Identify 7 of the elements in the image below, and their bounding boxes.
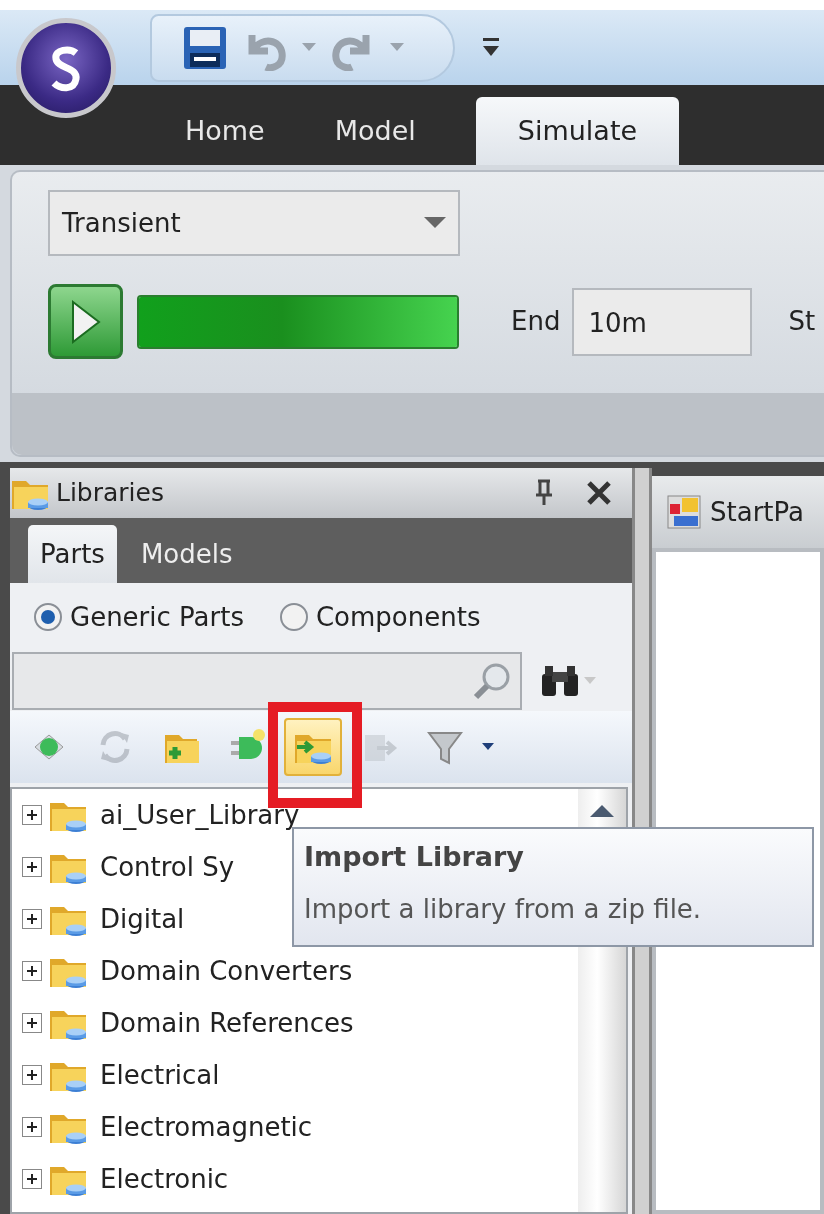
field-label: St	[788, 305, 816, 338]
radio-label: Generic Parts	[70, 600, 244, 634]
panel-title: Libraries	[56, 477, 165, 510]
tooltip-title: Import Library	[304, 840, 525, 874]
end-label: End	[511, 305, 561, 338]
radio-label: Components	[315, 600, 481, 634]
tooltip-text: Import a library from a zip file.	[304, 892, 703, 926]
